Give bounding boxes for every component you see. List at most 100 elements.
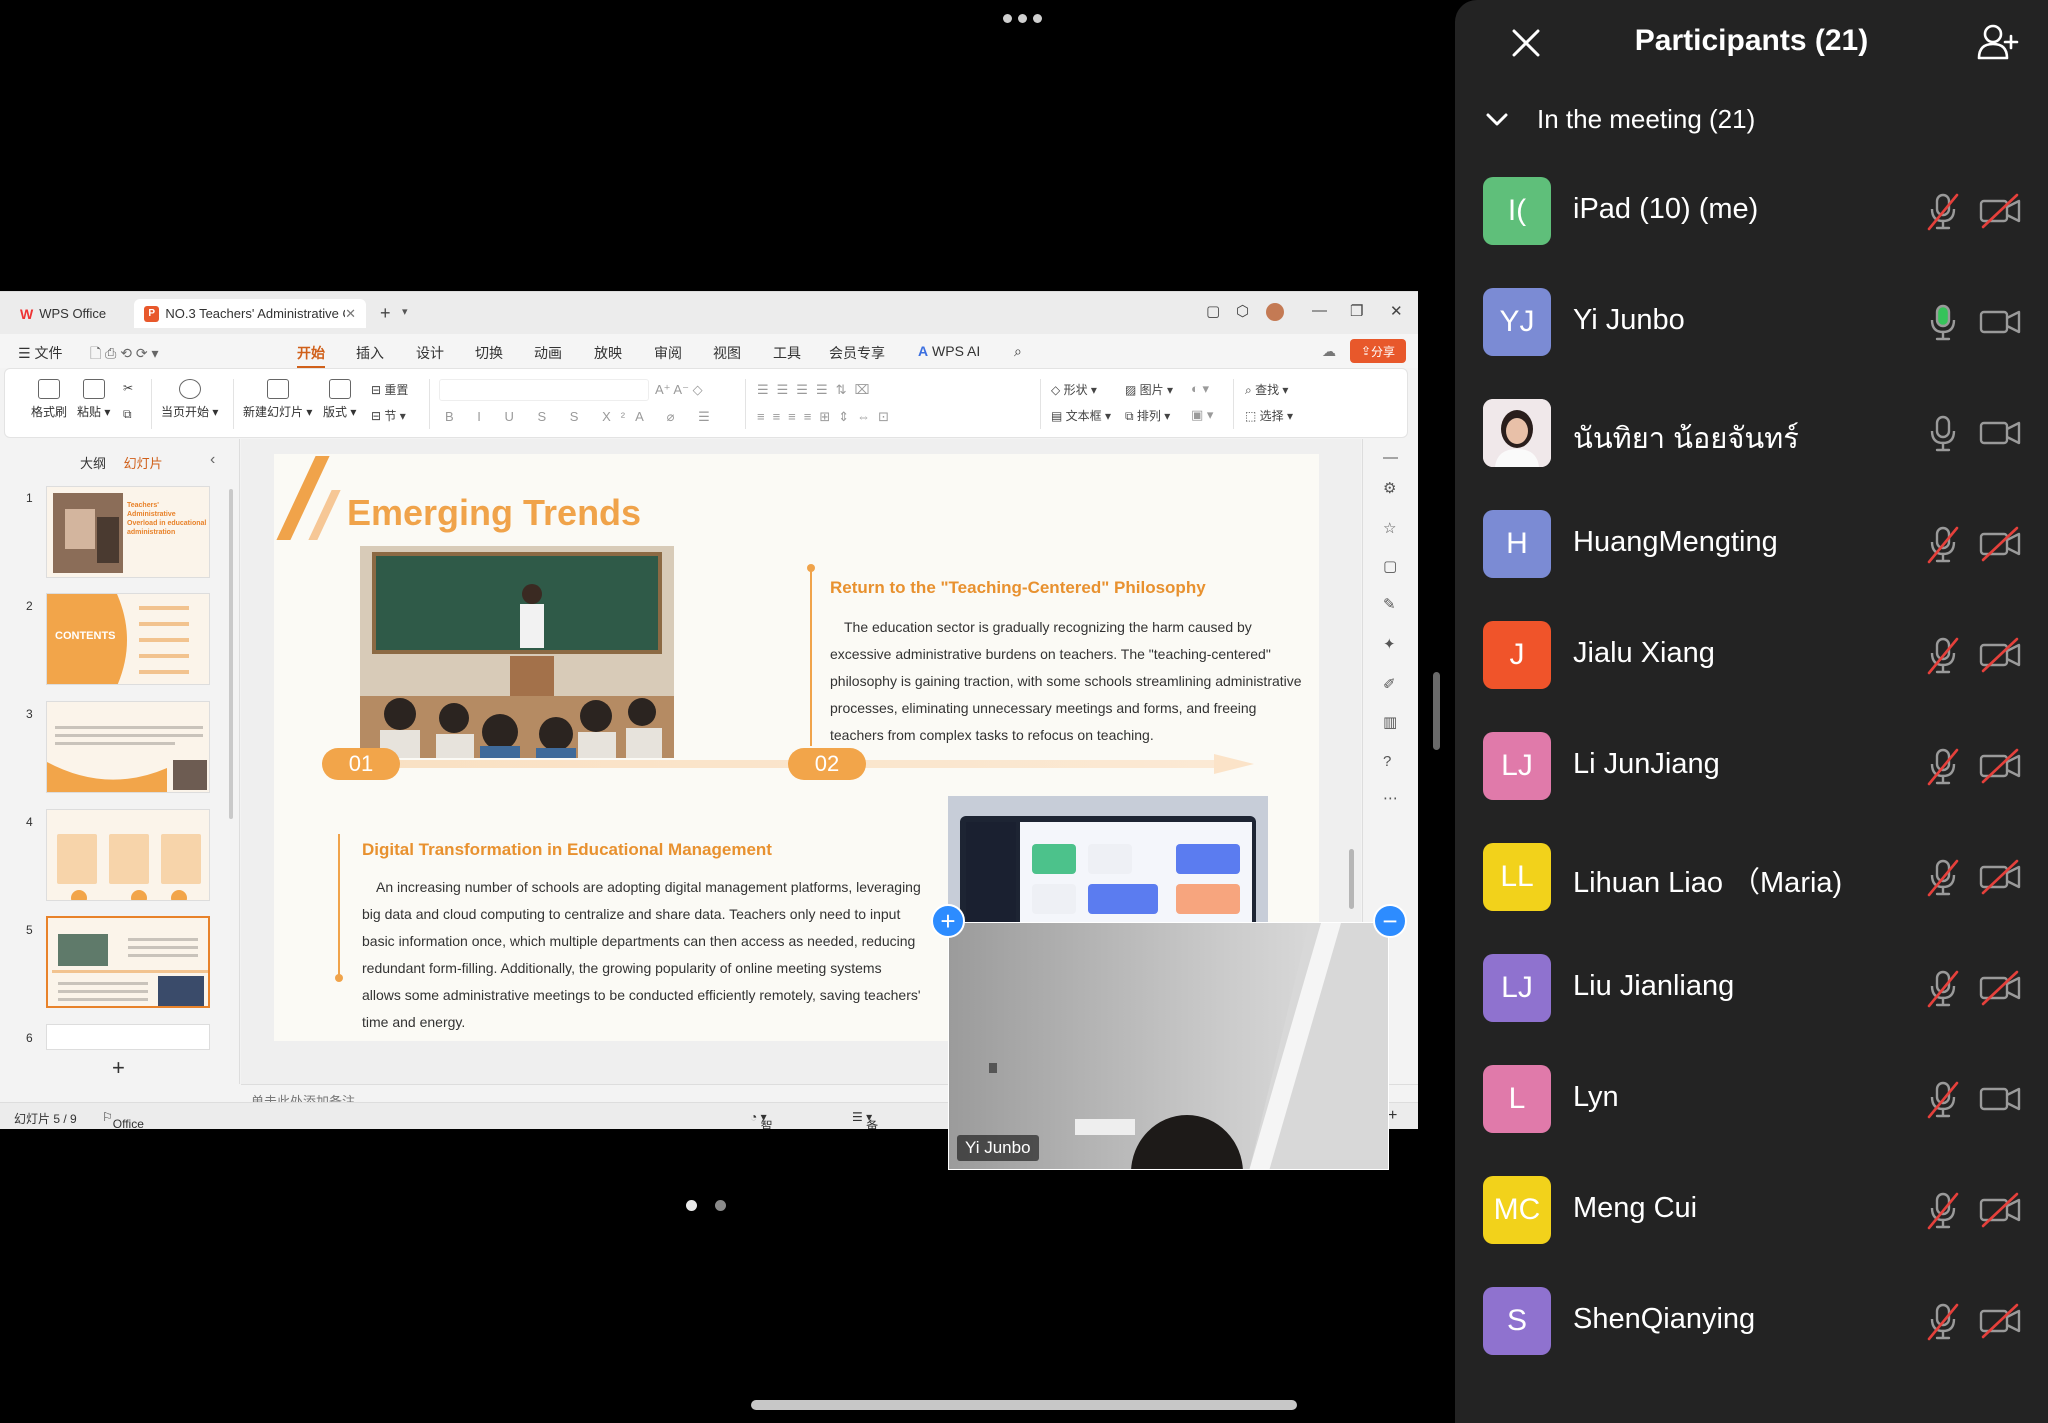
panel-scrollbar[interactable] (229, 489, 233, 819)
star-icon[interactable]: ☆ (1383, 519, 1396, 537)
close-icon[interactable]: ✕ (345, 306, 356, 322)
comment-icon[interactable]: ▢ (1383, 557, 1397, 575)
minus-icon[interactable]: — (1383, 449, 1398, 466)
outline-icon[interactable]: ▣ ▾ (1191, 407, 1213, 423)
page-indicator[interactable] (686, 1200, 726, 1211)
menu-tools[interactable]: 工具 (773, 343, 801, 363)
minimize-video-icon[interactable]: − (1373, 904, 1407, 938)
mic-muted-icon[interactable] (1923, 1079, 1963, 1119)
camera-off-icon[interactable] (1979, 637, 2021, 673)
cloud-icon[interactable]: ☁ (1322, 343, 1336, 360)
camera-off-icon[interactable] (1979, 859, 2021, 895)
participant-row[interactable]: YJ Yi Junbo (1455, 267, 2048, 377)
mic-muted-icon[interactable] (1923, 968, 1963, 1008)
mic-muted-icon[interactable] (1923, 191, 1963, 231)
participant-row[interactable]: LJ Li JunJiang (1455, 711, 2048, 821)
participant-row[interactable]: LL Lihuan Liao （Maria) (1455, 822, 2048, 932)
mic-muted-icon[interactable] (1923, 524, 1963, 564)
search-icon[interactable]: ⌕ (1014, 343, 1022, 360)
menu-transition[interactable]: 切换 (475, 343, 503, 363)
participant-row[interactable]: L Lyn (1455, 1044, 2048, 1154)
minimize-icon[interactable]: — (1312, 302, 1327, 319)
paragraph-icons[interactable]: ☰☰☰☰⇅⌧ (757, 382, 878, 398)
tab-document[interactable]: P NO.3 Teachers' Administrative O ✕ (134, 299, 366, 328)
tab-slides[interactable]: 幻灯片 (124, 456, 163, 471)
restore-icon[interactable]: ❐ (1350, 302, 1363, 320)
menu-view[interactable]: 视图 (713, 343, 741, 363)
participant-row[interactable]: I(iPad (10) (me) (1455, 156, 2048, 266)
slide-thumb-4[interactable] (46, 809, 210, 901)
share-button[interactable]: ⇪ 分享 (1350, 339, 1406, 363)
menu-animation[interactable]: 动画 (534, 343, 562, 363)
mic-muted-icon[interactable] (1923, 746, 1963, 786)
mic-muted-icon[interactable] (1923, 635, 1963, 675)
mic-muted-icon[interactable] (1923, 1301, 1963, 1341)
home-indicator[interactable] (751, 1400, 1297, 1410)
quick-access-icons[interactable]: 🗋 ⎙ ⟲ ⟳ ▾ (90, 343, 159, 367)
slide-thumb-1[interactable]: Teachers' Administrative Overload in edu… (46, 486, 210, 578)
sliders-icon[interactable]: ⚙ (1383, 479, 1396, 497)
more-icon[interactable]: ⋯ (1383, 789, 1398, 807)
from-current-slide-button[interactable]: 当页开始 ▾ (161, 379, 218, 420)
book-icon[interactable]: ▥ (1383, 713, 1397, 731)
expand-video-icon[interactable]: + (931, 904, 965, 938)
new-tab-icon[interactable]: + (380, 303, 391, 324)
menu-slideshow[interactable]: 放映 (594, 343, 622, 363)
mic-muted-icon[interactable] (1923, 1190, 1963, 1230)
camera-icon[interactable] (1979, 415, 2021, 451)
participant-row[interactable]: S ShenQianying (1455, 1266, 2048, 1376)
find-button[interactable]: ⌕ 查找 ▾ (1245, 381, 1288, 398)
camera-off-icon[interactable] (1979, 748, 2021, 784)
copy-icon[interactable]: ⧉ (123, 407, 132, 422)
participant-row[interactable]: MC Meng Cui (1455, 1155, 2048, 1265)
participant-row[interactable]: J Jialu Xiang (1455, 600, 2048, 710)
reset-button[interactable]: ⊟ 重置 (371, 381, 408, 398)
tab-outline[interactable]: 大纲 (80, 456, 106, 471)
font-style-icons[interactable]: B I U S S X²A ⌀ ☰ (445, 409, 720, 425)
animation-icon[interactable]: ✦ (1383, 635, 1396, 653)
section-button[interactable]: ⊟ 节 ▾ (371, 407, 406, 424)
menu-design[interactable]: 设计 (416, 343, 444, 363)
multitasking-dots[interactable] (1003, 14, 1042, 23)
menu-member[interactable]: 会员专享 (829, 343, 885, 363)
font-name-select[interactable] (439, 379, 649, 401)
tab-wps-office[interactable]: W WPS Office (10, 299, 128, 328)
canvas-scrollbar[interactable] (1349, 849, 1354, 909)
tools-icon[interactable]: ✎ (1383, 595, 1396, 613)
close-window-icon[interactable]: ✕ (1390, 302, 1403, 320)
help-icon[interactable]: ? (1383, 753, 1391, 770)
edit-icon[interactable]: ✐ (1383, 675, 1396, 693)
zoom-in-icon[interactable]: + (1388, 1107, 1397, 1125)
add-slide-icon[interactable]: + (112, 1055, 125, 1081)
invite-user-icon[interactable] (1975, 22, 2019, 62)
collapse-panel-icon[interactable]: ‹ (210, 451, 215, 469)
avatar[interactable] (1266, 303, 1284, 321)
camera-off-icon[interactable] (1979, 1303, 2021, 1339)
slide-thumb-6[interactable] (46, 1024, 210, 1050)
new-slide-button[interactable]: 新建幻灯片 ▾ (243, 379, 312, 420)
camera-icon[interactable] (1979, 1081, 2021, 1117)
textbox-button[interactable]: ▤ 文本框 ▾ (1051, 407, 1111, 424)
arrange-button[interactable]: ⧉ 排列 ▾ (1125, 407, 1170, 424)
format-painter-button[interactable]: 格式刷 (31, 379, 67, 420)
theme-name[interactable]: ⚐ Office 主题 (102, 1110, 144, 1129)
mic-muted-icon[interactable] (1923, 857, 1963, 897)
picture-button[interactable]: ▨ 图片 ▾ (1125, 381, 1173, 398)
fill-icon[interactable]: ◐ ▾ (1191, 381, 1209, 397)
window-layout-icon[interactable]: ▢ (1206, 302, 1220, 320)
cube-icon[interactable]: ⬡ (1236, 302, 1249, 320)
slide-thumb-2[interactable]: CONTENTS (46, 593, 210, 685)
menu-home[interactable]: 开始 (297, 343, 325, 368)
split-view-handle[interactable] (1433, 672, 1440, 750)
participant-row[interactable]: LJ Liu Jianliang (1455, 933, 2048, 1043)
alignment-icons[interactable]: ≡≡≡≡⊞⇕⇔⊡ (757, 409, 897, 425)
font-size-icons[interactable]: A⁺ A⁻ ◇ (655, 382, 703, 398)
cut-icon[interactable]: ✂ (123, 381, 133, 395)
video-tile[interactable]: Yi Junbo (948, 922, 1389, 1170)
camera-off-icon[interactable] (1979, 526, 2021, 562)
paste-button[interactable]: 粘贴 ▾ (77, 379, 110, 420)
camera-off-icon[interactable] (1979, 1192, 2021, 1228)
menu-file[interactable]: ☰ 文件 (18, 343, 62, 363)
beautify-button[interactable]: ◔ 智能美化 ▾ (750, 1110, 773, 1129)
mic-icon[interactable] (1923, 413, 1963, 453)
